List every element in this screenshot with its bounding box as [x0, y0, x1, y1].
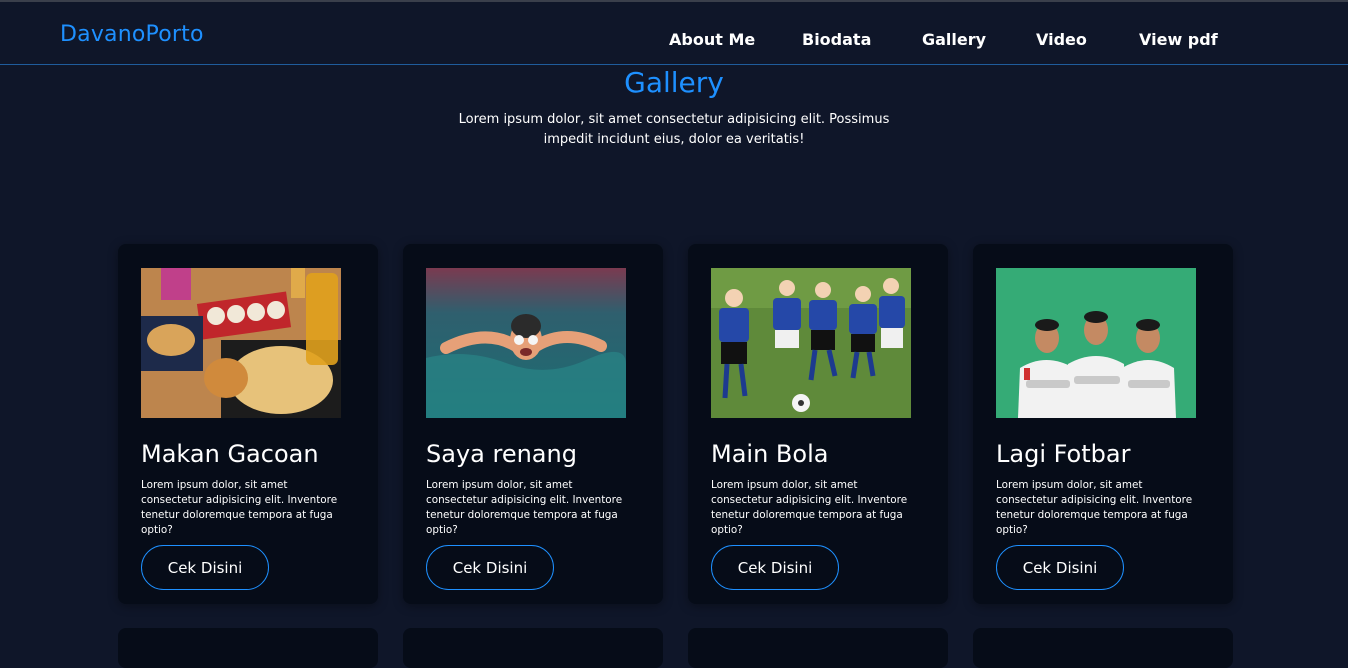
card-title: Lagi Fotbar	[996, 440, 1131, 468]
gallery-card-next-row	[118, 628, 378, 668]
nav-link-video[interactable]: Video	[1036, 30, 1087, 49]
gallery-card-next-row	[688, 628, 948, 668]
gallery-card-main-bola: Main Bola Lorem ipsum dolor, sit amet co…	[688, 244, 948, 604]
card-description: Lorem ipsum dolor, sit amet consectetur …	[996, 479, 1193, 536]
nav-link-about-me[interactable]: About Me	[669, 30, 755, 49]
gallery-card-next-row	[403, 628, 663, 668]
food-photo	[141, 268, 341, 418]
soccer-photo	[711, 268, 911, 418]
card-title: Makan Gacoan	[141, 440, 319, 468]
gallery-subtitle: Lorem ipsum dolor, sit amet consectetur …	[458, 112, 890, 147]
card-description: Lorem ipsum dolor, sit amet consectetur …	[711, 479, 908, 536]
gallery-card-next-row	[973, 628, 1233, 668]
gallery-card-lagi-fotbar: Lagi Fotbar Lorem ipsum dolor, sit amet …	[973, 244, 1233, 604]
site-logo[interactable]: DavanoPorto	[60, 22, 204, 47]
group-photo	[996, 268, 1196, 418]
card-description: Lorem ipsum dolor, sit amet consectetur …	[141, 479, 338, 536]
nav-link-view-pdf[interactable]: View pdf	[1139, 30, 1218, 49]
gallery-card-saya-renang: Saya renang Lorem ipsum dolor, sit amet …	[403, 244, 663, 604]
card-title: Main Bola	[711, 440, 829, 468]
navbar: DavanoPorto About Me Biodata Gallery Vid…	[0, 2, 1348, 65]
nav-link-gallery[interactable]: Gallery	[922, 30, 986, 49]
card-description: Lorem ipsum dolor, sit amet consectetur …	[426, 479, 623, 536]
gallery-title: Gallery	[624, 66, 724, 99]
swimming-photo	[426, 268, 626, 418]
cek-disini-button[interactable]: Cek Disini	[996, 545, 1124, 590]
gallery-card-makan-gacoan: Makan Gacoan Lorem ipsum dolor, sit amet…	[118, 244, 378, 604]
cek-disini-button[interactable]: Cek Disini	[711, 545, 839, 590]
cek-disini-button[interactable]: Cek Disini	[141, 545, 269, 590]
card-title: Saya renang	[426, 440, 577, 468]
nav-link-biodata[interactable]: Biodata	[802, 30, 871, 49]
cek-disini-button[interactable]: Cek Disini	[426, 545, 554, 590]
